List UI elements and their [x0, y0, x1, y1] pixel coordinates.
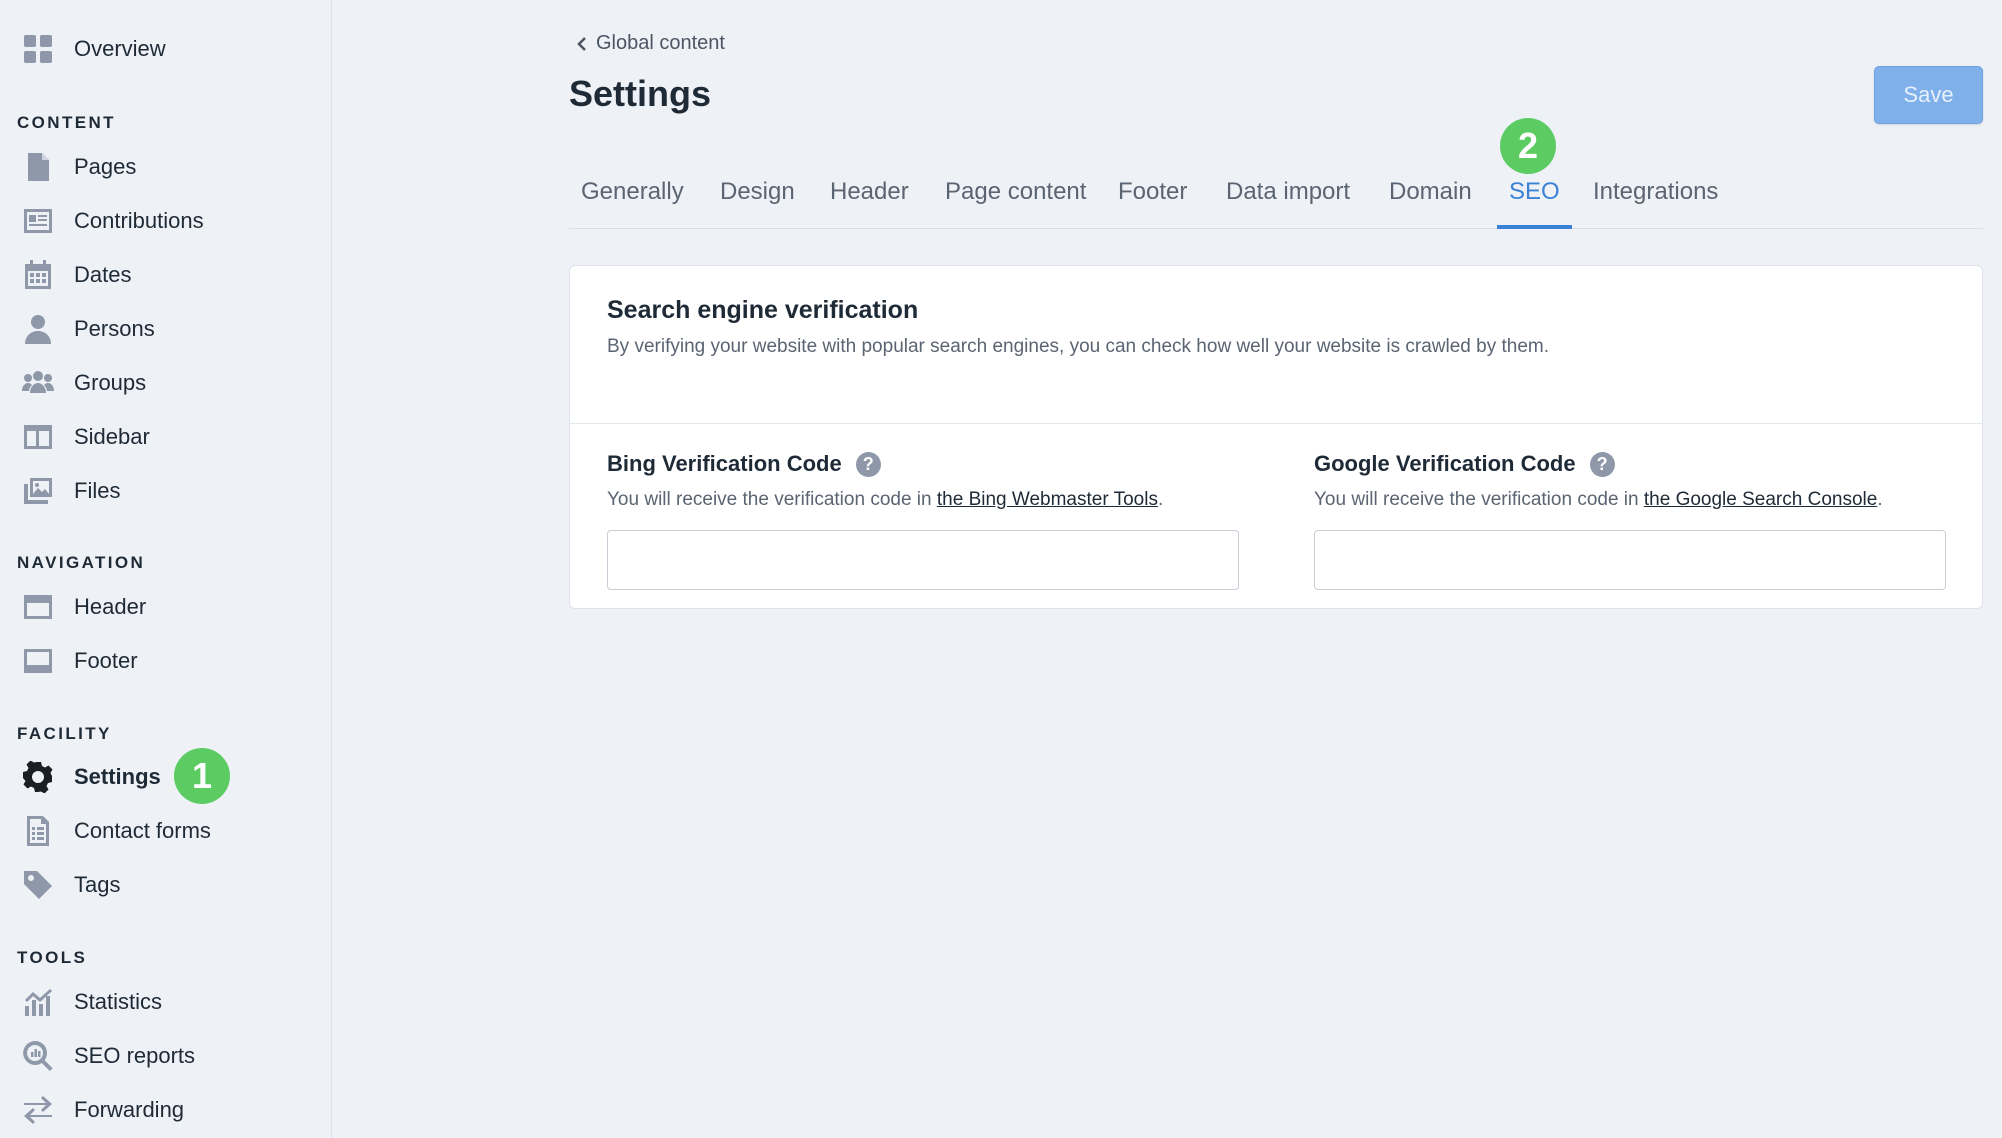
- sidebar-item-contributions[interactable]: Contributions: [20, 201, 204, 241]
- page-icon: [20, 149, 56, 185]
- gear-icon: [20, 759, 56, 795]
- tab-header[interactable]: Header: [830, 168, 909, 226]
- sidebar-item-label: Persons: [74, 316, 155, 341]
- calendar-icon: [20, 257, 56, 293]
- google-search-console-link[interactable]: the Google Search Console: [1644, 489, 1877, 510]
- bing-hint-suffix: .: [1157, 489, 1164, 510]
- section-label-tools: TOOLS: [17, 948, 88, 967]
- help-icon[interactable]: ?: [1589, 451, 1615, 477]
- sidebar-item-label: Footer: [74, 648, 138, 673]
- sidebar-item-seo-reports[interactable]: SEO reports: [20, 1036, 195, 1076]
- tab-seo[interactable]: SEO: [1497, 168, 1572, 229]
- sidebar-item-label: Forwarding: [74, 1097, 185, 1122]
- save-button[interactable]: Save: [1874, 66, 1983, 124]
- sidebar-item-overview[interactable]: Overview: [20, 29, 166, 69]
- sidebar: Overview CONTENT Pages Contributions Dat…: [0, 0, 332, 1138]
- breadcrumb-label: Global content: [596, 32, 725, 54]
- sidebar-item-files[interactable]: Files: [20, 471, 120, 511]
- sidebar-item-label: Overview: [74, 36, 166, 61]
- form-icon: [20, 813, 56, 849]
- sidebar-item-label: Contact forms: [74, 818, 211, 843]
- google-hint-suffix: .: [1877, 489, 1883, 510]
- section-label-content: CONTENT: [17, 113, 116, 132]
- breadcrumb[interactable]: Global content: [576, 32, 725, 55]
- sidebar-item-tags[interactable]: Tags: [20, 865, 120, 905]
- help-icon[interactable]: ?: [855, 451, 881, 477]
- sidebar-item-label: Pages: [74, 154, 137, 179]
- sidebar-item-label: Groups: [74, 370, 147, 395]
- tab-generally[interactable]: Generally: [581, 168, 684, 226]
- tab-bar: Generally Design Header Page content Foo…: [569, 168, 1983, 229]
- google-verification-input[interactable]: [1314, 530, 1946, 590]
- search-chart-icon: [20, 1038, 56, 1074]
- section-label-facility: FACILITY: [17, 724, 112, 743]
- sidebar-item-groups[interactable]: Groups: [20, 363, 146, 403]
- arrows-exchange-icon: [20, 1092, 56, 1128]
- sidebar-item-pages[interactable]: Pages: [20, 147, 136, 187]
- sidebar-item-persons[interactable]: Persons: [20, 309, 155, 349]
- tab-page-content[interactable]: Page content: [945, 168, 1086, 226]
- grid-icon: [20, 31, 56, 67]
- person-icon: [20, 311, 56, 347]
- page-title: Settings: [569, 73, 712, 114]
- sidebar-item-settings[interactable]: Settings: [20, 757, 161, 797]
- card-header: Search engine verification By verifying …: [570, 266, 1982, 424]
- sidebar-item-forwarding[interactable]: Forwarding: [20, 1090, 184, 1130]
- bing-field: Bing Verification Code ? You will receiv…: [607, 449, 1239, 590]
- images-icon: [20, 473, 56, 509]
- card-description: By verifying your website with popular s…: [607, 336, 1550, 357]
- tab-integrations[interactable]: Integrations: [1593, 168, 1718, 226]
- newspaper-icon: [20, 203, 56, 239]
- sidebar-item-label: Statistics: [74, 989, 163, 1014]
- tab-domain[interactable]: Domain: [1389, 168, 1472, 226]
- window-header-icon: [20, 589, 56, 625]
- sidebar-item-statistics[interactable]: Statistics: [20, 982, 162, 1022]
- sidebar-item-label: Settings: [74, 764, 161, 789]
- tab-data-import[interactable]: Data import: [1226, 168, 1350, 226]
- step-badge-1: 1: [174, 748, 230, 804]
- sidebar-item-label: Contributions: [74, 208, 204, 233]
- bing-label-text: Bing Verification Code: [607, 451, 842, 476]
- bing-verification-input[interactable]: [607, 530, 1239, 590]
- sidebar-item-dates[interactable]: Dates: [20, 255, 131, 295]
- tab-design[interactable]: Design: [720, 168, 795, 226]
- chevron-left-icon: [577, 36, 586, 51]
- bing-hint-prefix: You will receive the verification code i…: [607, 489, 937, 510]
- google-field-label: Google Verification Code ?: [1314, 449, 1946, 479]
- window-footer-icon: [20, 643, 56, 679]
- sidebar-item-label: Header: [74, 594, 147, 619]
- users-icon: [20, 365, 56, 401]
- sidebar-item-contact-forms[interactable]: Contact forms: [20, 811, 211, 851]
- google-field-hint: You will receive the verification code i…: [1314, 489, 1946, 513]
- tag-icon: [20, 867, 56, 903]
- google-field: Google Verification Code ? You will rece…: [1314, 449, 1946, 590]
- section-label-navigation: NAVIGATION: [17, 553, 146, 572]
- sidebar-item-label: Files: [74, 478, 121, 503]
- chart-icon: [20, 984, 56, 1020]
- columns-icon: [20, 419, 56, 455]
- google-label-text: Google Verification Code: [1314, 451, 1576, 476]
- step-badge-2: 2: [1500, 118, 1556, 174]
- card-title: Search engine verification: [607, 296, 919, 324]
- sidebar-item-label: SEO reports: [74, 1043, 196, 1068]
- sidebar-item-sidebar[interactable]: Sidebar: [20, 417, 150, 457]
- bing-field-hint: You will receive the verification code i…: [607, 489, 1239, 513]
- google-hint-prefix: You will receive the verification code i…: [1314, 489, 1644, 510]
- sidebar-item-label: Dates: [74, 262, 132, 287]
- bing-field-label: Bing Verification Code ?: [607, 449, 1239, 479]
- sidebar-item-header[interactable]: Header: [20, 587, 146, 627]
- bing-webmaster-tools-link[interactable]: the Bing Webmaster Tools: [937, 489, 1158, 510]
- sidebar-item-label: Tags: [74, 872, 121, 897]
- seo-settings-card: Search engine verification By verifying …: [569, 265, 1983, 609]
- tab-footer[interactable]: Footer: [1118, 168, 1187, 226]
- sidebar-item-footer[interactable]: Footer: [20, 641, 138, 681]
- sidebar-item-label: Sidebar: [74, 424, 150, 449]
